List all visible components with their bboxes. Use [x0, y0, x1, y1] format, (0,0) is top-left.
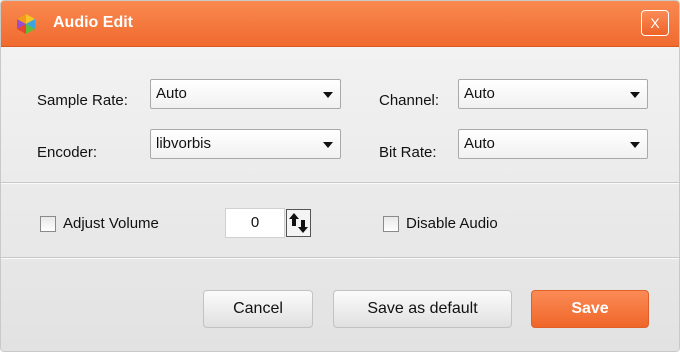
- close-button[interactable]: X: [641, 10, 669, 36]
- close-icon: X: [650, 15, 660, 31]
- divider: [1, 182, 679, 184]
- save-as-default-button[interactable]: Save as default: [333, 290, 512, 328]
- sample-rate-label: Sample Rate:: [37, 92, 128, 109]
- chevron-down-icon: [630, 142, 640, 148]
- cancel-button[interactable]: Cancel: [203, 290, 313, 328]
- channel-label: Channel:: [379, 92, 440, 109]
- chevron-down-icon: [323, 142, 333, 148]
- disable-audio-label[interactable]: Disable Audio: [406, 215, 498, 232]
- adjust-volume-checkbox[interactable]: [40, 216, 56, 232]
- dialog-content: Sample Rate: Auto Channel: Auto Encoder:…: [1, 47, 679, 351]
- bit-rate-label: Bit Rate:: [379, 144, 437, 161]
- disable-audio-checkbox[interactable]: [383, 216, 399, 232]
- chevron-down-icon: [323, 92, 333, 98]
- up-down-arrows-icon: [289, 213, 308, 233]
- encoder-select[interactable]: libvorbis: [150, 129, 341, 159]
- divider: [1, 257, 679, 259]
- dialog-title: Audio Edit: [53, 14, 133, 31]
- save-button[interactable]: Save: [531, 290, 649, 328]
- volume-input[interactable]: 0: [225, 208, 285, 238]
- sample-rate-value: Auto: [156, 85, 187, 102]
- chevron-down-icon: [630, 92, 640, 98]
- volume-stepper[interactable]: [286, 209, 311, 237]
- bit-rate-select[interactable]: Auto: [458, 129, 648, 159]
- adjust-volume-label[interactable]: Adjust Volume: [63, 215, 159, 232]
- app-logo-icon: [17, 14, 35, 34]
- channel-select[interactable]: Auto: [458, 79, 648, 109]
- title-bar[interactable]: Audio Edit X: [1, 1, 679, 47]
- encoder-value: libvorbis: [156, 135, 212, 152]
- channel-value: Auto: [464, 85, 495, 102]
- audio-edit-dialog: Audio Edit X Sample Rate: Auto Channel: …: [0, 0, 680, 352]
- encoder-label: Encoder:: [37, 144, 98, 161]
- bit-rate-value: Auto: [464, 135, 495, 152]
- sample-rate-select[interactable]: Auto: [150, 79, 341, 109]
